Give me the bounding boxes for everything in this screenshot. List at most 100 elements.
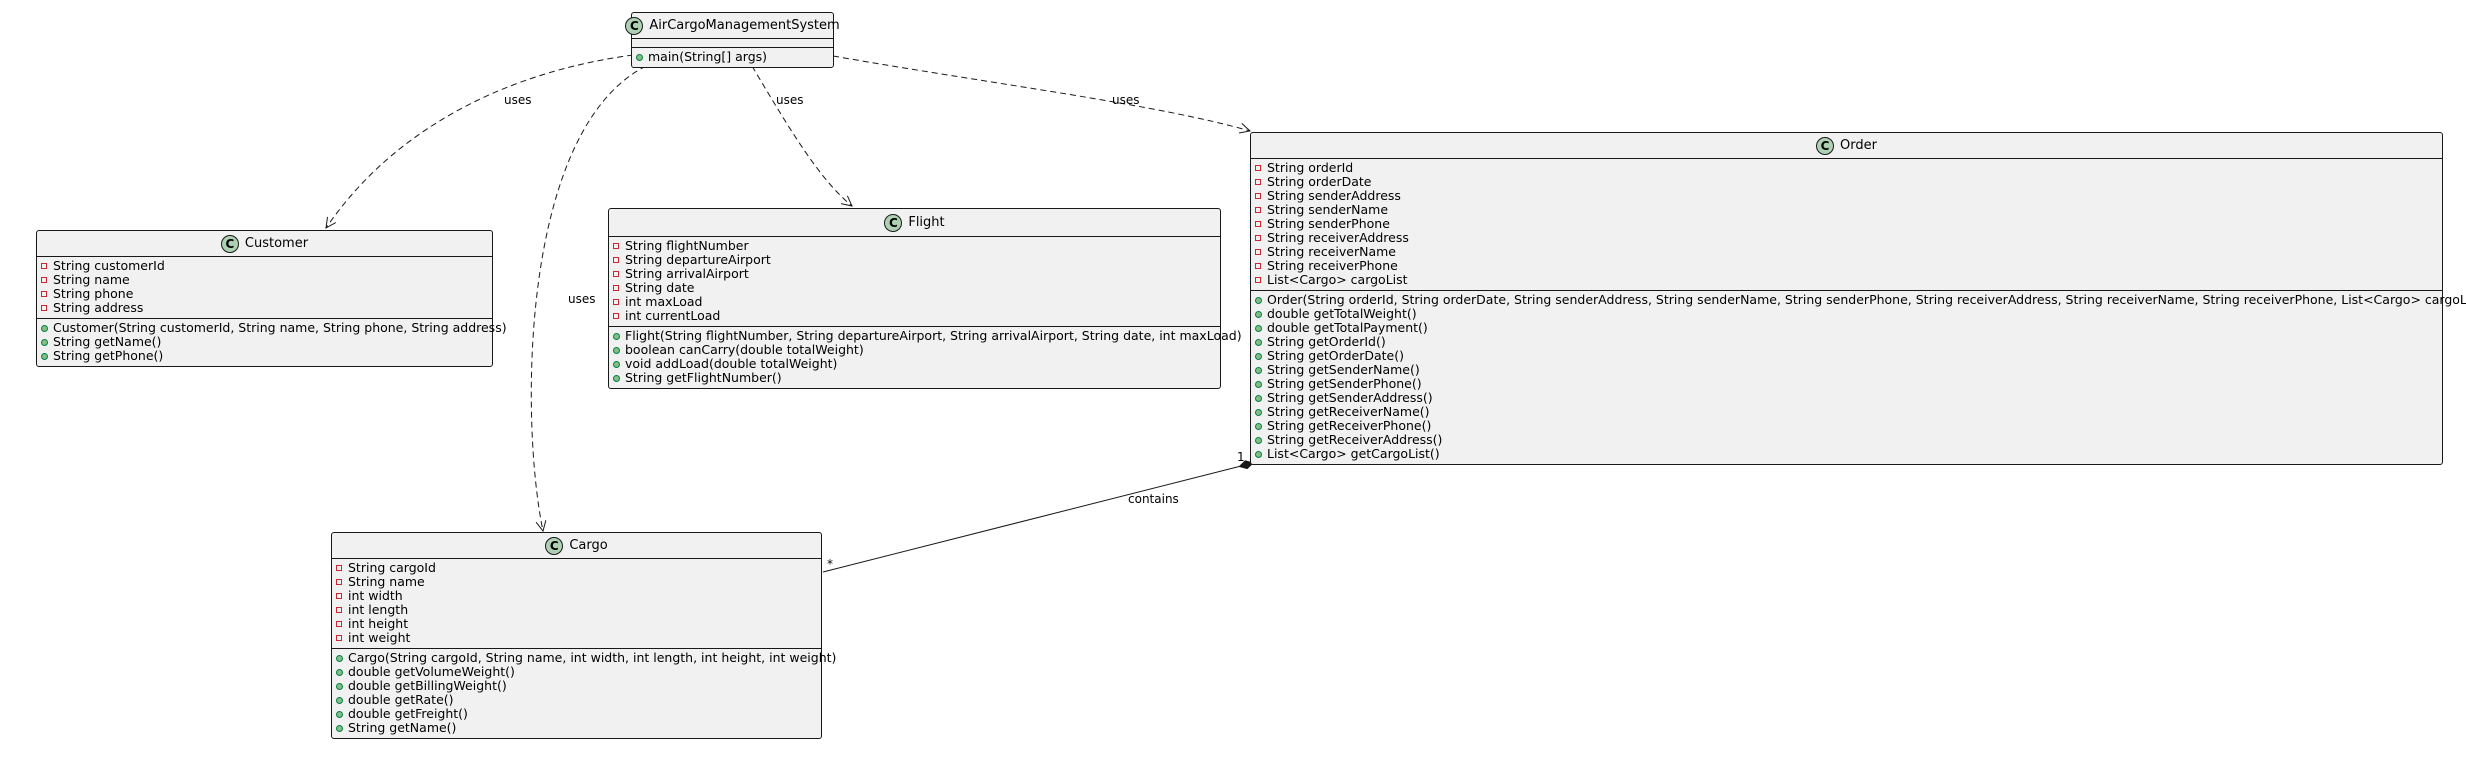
class-header: C Order	[1251, 133, 2442, 159]
class-cargo[interactable]: C Cargo String cargoId String name int wid…	[331, 532, 836, 739]
class-badge-icon: C	[625, 16, 644, 35]
attributes-section: String customerId String name String phone…	[37, 257, 492, 318]
method-row: String getSenderPhone()	[1255, 377, 2442, 391]
edge-acms-order	[832, 55, 1250, 131]
attributes-section: String orderId String orderDate String sen…	[1251, 159, 2442, 290]
attribute-text: String name	[348, 574, 425, 589]
method-text: String getName()	[53, 334, 162, 349]
attribute-row: String receiverPhone	[1255, 259, 2442, 273]
private-visibility-icon	[336, 635, 348, 641]
class-flight[interactable]: C Flight String flightNumber String depar…	[608, 208, 1242, 389]
private-visibility-icon	[1255, 235, 1267, 241]
method-text: String getSenderAddress()	[1267, 390, 1433, 405]
edge-acms-flight	[751, 65, 852, 206]
method-row: List<Cargo> getCargoList()	[1255, 447, 2442, 461]
class-aircargomanagementsystem[interactable]: C AirCargoManagementSystem main(String[]…	[625, 12, 840, 68]
private-visibility-icon	[1255, 277, 1267, 283]
method-row: String getName()	[336, 721, 821, 735]
attribute-text: String phone	[53, 286, 134, 301]
public-visibility-icon	[336, 724, 348, 732]
attribute-row: int maxLoad	[613, 295, 1220, 309]
attributes-section: String flightNumber String departureAirpo…	[609, 237, 1220, 326]
method-row: String getOrderId()	[1255, 335, 2442, 349]
edge-acms-customer	[326, 54, 634, 228]
public-visibility-icon	[336, 682, 348, 690]
class-badge-icon: C	[545, 536, 564, 555]
attribute-row: String arrivalAirport	[613, 267, 1220, 281]
attribute-row: int width	[336, 589, 821, 603]
private-visibility-icon	[613, 285, 625, 291]
attribute-text: List<Cargo> cargoList	[1267, 272, 1408, 287]
method-row: boolean canCarry(double totalWeight)	[613, 343, 1220, 357]
public-visibility-icon	[1255, 380, 1267, 388]
attribute-row: String senderPhone	[1255, 217, 2442, 231]
attribute-text: String departureAirport	[625, 252, 771, 267]
method-row: String getName()	[41, 335, 492, 349]
attribute-text: String orderDate	[1267, 174, 1372, 189]
public-visibility-icon	[1255, 296, 1267, 304]
public-visibility-icon	[613, 374, 625, 382]
attribute-text: int width	[348, 588, 403, 603]
public-visibility-icon	[1255, 394, 1267, 402]
attribute-text: String arrivalAirport	[625, 266, 749, 281]
method-row: String getReceiverAddress()	[1255, 433, 2442, 447]
method-text: double getBillingWeight()	[348, 678, 507, 693]
method-text: double getFreight()	[348, 706, 468, 721]
attribute-text: String receiverName	[1267, 244, 1396, 259]
method-row: String getPhone()	[41, 349, 492, 363]
method-text: List<Cargo> getCargoList()	[1267, 446, 1440, 461]
attribute-text: int currentLoad	[625, 308, 721, 323]
private-visibility-icon	[336, 593, 348, 599]
class-name: Customer	[244, 235, 309, 251]
private-visibility-icon	[613, 299, 625, 305]
private-visibility-icon	[613, 313, 625, 319]
attribute-row: String date	[613, 281, 1220, 295]
public-visibility-icon	[1255, 408, 1267, 416]
label-acms-flight: uses	[776, 93, 804, 107]
public-visibility-icon	[613, 360, 625, 368]
method-text: String getSenderPhone()	[1267, 376, 1422, 391]
attribute-text: String senderAddress	[1267, 188, 1401, 203]
public-visibility-icon	[613, 346, 625, 354]
attribute-row: String cargoId	[336, 561, 821, 575]
attribute-row: String customerId	[41, 259, 492, 273]
method-row: String getReceiverPhone()	[1255, 419, 2442, 433]
attribute-row: String phone	[41, 287, 492, 301]
private-visibility-icon	[613, 257, 625, 263]
public-visibility-icon	[1255, 436, 1267, 444]
attribute-row: String receiverAddress	[1255, 231, 2442, 245]
method-text: String getPhone()	[53, 348, 164, 363]
public-visibility-icon	[41, 352, 53, 360]
attribute-row: String receiverName	[1255, 245, 2442, 259]
public-visibility-icon	[41, 338, 53, 346]
private-visibility-icon	[336, 621, 348, 627]
class-header: C Cargo	[332, 533, 821, 559]
methods-section: Flight(String flightNumber, String depar…	[609, 326, 1242, 388]
attributes-section	[632, 39, 833, 47]
class-customer[interactable]: C Customer String customerId String name S…	[36, 230, 507, 367]
private-visibility-icon	[1255, 263, 1267, 269]
method-row: double getTotalPayment()	[1255, 321, 2442, 335]
private-visibility-icon	[1255, 249, 1267, 255]
class-badge-icon: C	[220, 234, 239, 253]
private-visibility-icon	[41, 263, 53, 269]
attribute-text: int height	[348, 616, 409, 631]
multiplicity-order-end: 1	[1237, 450, 1245, 464]
class-order[interactable]: C Order String orderId String orderDate St…	[1250, 132, 2466, 465]
method-row: double getFreight()	[336, 707, 821, 721]
method-text: Flight(String flightNumber, String depar…	[625, 328, 1242, 343]
private-visibility-icon	[1255, 221, 1267, 227]
method-text: double getTotalPayment()	[1267, 320, 1428, 335]
class-badge-icon: C	[1816, 136, 1835, 155]
label-order-cargo: contains	[1128, 492, 1179, 506]
attribute-row: int currentLoad	[613, 309, 1220, 323]
private-visibility-icon	[336, 565, 348, 571]
method-text: boolean canCarry(double totalWeight)	[625, 342, 864, 357]
method-row: String getSenderName()	[1255, 363, 2442, 377]
attribute-row: String departureAirport	[613, 253, 1220, 267]
method-row: void addLoad(double totalWeight)	[613, 357, 1220, 371]
method-row: String getReceiverName()	[1255, 405, 2442, 419]
method-text: main(String[] args)	[648, 49, 768, 64]
label-acms-cargo: uses	[568, 292, 596, 306]
method-row: Order(String orderId, String orderDate, …	[1255, 293, 2466, 307]
